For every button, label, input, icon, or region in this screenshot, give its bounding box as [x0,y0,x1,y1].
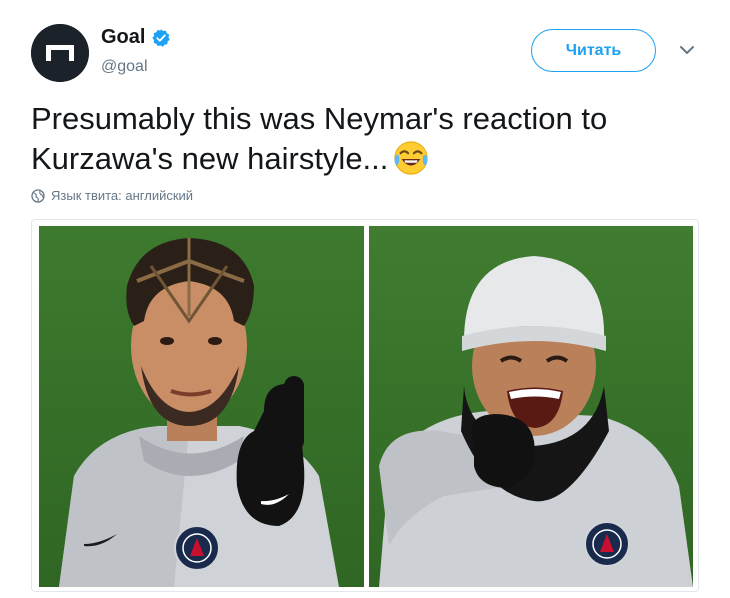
photo-kurzawa[interactable] [39,226,364,587]
follow-button[interactable]: Читать [531,29,656,72]
author-handle[interactable]: @goal [101,58,148,76]
tweet-language: Язык твита: английский [31,188,193,203]
globe-icon [31,188,45,203]
tweet-card: Goal @goal Читать Presumably this was Ne… [0,0,730,598]
verified-badge-icon [152,28,171,47]
tweet-language-label: Язык твита: английский [51,188,194,203]
face-with-tears-of-joy-icon [394,141,429,175]
goal-logo-icon[interactable] [31,24,89,82]
tweet-text: Presumably this was Neymar's reaction to… [31,99,711,179]
author-name[interactable]: Goal [101,26,145,49]
photo-neymar[interactable] [369,226,693,587]
chevron-down-icon[interactable] [678,41,696,59]
tweet-media [31,219,699,592]
author-name-row: Goal [101,26,171,49]
tweet-text-content: Presumably this was Neymar's reaction to… [31,101,608,176]
